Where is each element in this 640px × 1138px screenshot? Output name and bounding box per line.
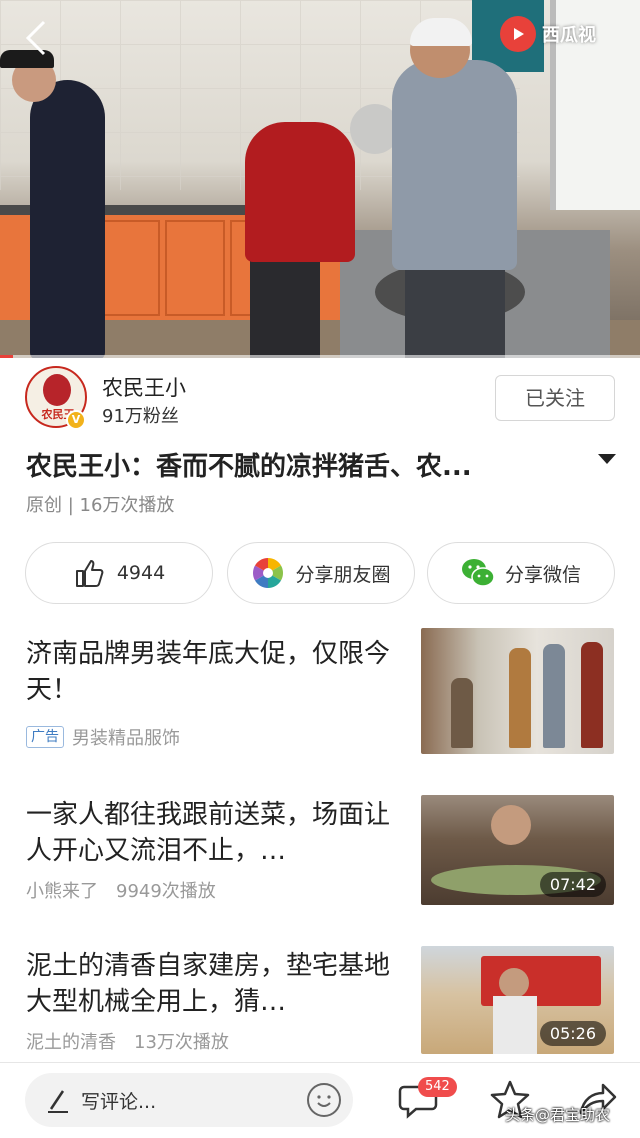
xigua-watermark: 西瓜视 xyxy=(500,16,596,52)
feed-item-plays: 9949次播放 xyxy=(116,881,216,902)
wechat-icon xyxy=(461,559,495,587)
back-button[interactable] xyxy=(20,18,54,58)
like-count: 4944 xyxy=(116,562,166,584)
feed-item-thumbnail: 07:42 xyxy=(421,795,614,905)
list-item[interactable]: 济南品牌男装年底大促，仅限今天！ 广告 男装精品服饰 xyxy=(0,628,640,756)
feed-item-meta: 广告 男装精品服饰 xyxy=(26,724,180,750)
like-button[interactable]: 4944 xyxy=(25,542,213,604)
person-middle xyxy=(245,122,355,262)
person-right xyxy=(392,60,517,270)
video-progress-fill xyxy=(0,355,13,358)
brand-watermark: 头条@君宝助农 xyxy=(505,1106,611,1124)
xigua-logo-icon xyxy=(500,16,536,52)
video-meta: 原创 | 16万次播放 xyxy=(26,495,175,516)
follow-button[interactable]: 已关注 xyxy=(495,375,615,421)
feed-item-source: 小熊来了 xyxy=(26,881,98,902)
smiley-face-icon xyxy=(317,1095,331,1107)
feed-item-plays: 13万次播放 xyxy=(134,1032,229,1053)
share-moments-button[interactable]: 分享朋友圈 xyxy=(227,542,415,604)
video-player[interactable]: 西瓜视 xyxy=(0,0,640,358)
pencil-icon xyxy=(48,1090,68,1113)
cabinet-door xyxy=(100,220,160,316)
feed-item-meta: 小熊来了 9949次播放 xyxy=(26,877,216,903)
person-left xyxy=(30,80,105,358)
feed-item-source: 男装精品服饰 xyxy=(72,728,180,749)
list-item[interactable]: 泥土的清香自家建房，垫宅基地大型机械全用上，猜… 泥土的清香 13万次播放 05… xyxy=(0,946,640,1058)
feed-item-thumbnail xyxy=(421,628,614,754)
thumbnail-figure xyxy=(581,642,603,748)
video-duration: 07:42 xyxy=(539,872,606,897)
list-item[interactable]: 一家人都往我跟前送菜，场面让人开心又流泪不止，… 小熊来了 9949次播放 07… xyxy=(0,795,640,921)
expand-title-icon[interactable] xyxy=(598,454,616,464)
thumbs-up-icon xyxy=(75,560,104,587)
feed-item-thumbnail: 05:26 xyxy=(421,946,614,1054)
feed-item-title: 济南品牌男装年底大促，仅限今天！ xyxy=(26,639,391,705)
ad-tag: 广告 xyxy=(26,726,64,748)
author-name[interactable]: 农民王小 xyxy=(102,372,186,402)
thumbnail-person xyxy=(493,996,537,1054)
person-middle-legs xyxy=(250,250,320,358)
thumbnail-figure xyxy=(543,644,565,748)
video-progress-bar[interactable] xyxy=(0,355,640,358)
wechat-label: 分享微信 xyxy=(504,563,581,586)
cabinet-door xyxy=(165,220,225,316)
feed-item-title: 一家人都往我跟前送菜，场面让人开心又流泪不止，… xyxy=(26,800,391,866)
comment-placeholder: 写评论... xyxy=(81,1090,157,1113)
feed-item-source: 泥土的清香 xyxy=(26,1032,116,1053)
author-row: 农民王 V 农民王小 91万粉丝 已关注 xyxy=(0,362,640,434)
thumbnail-figure xyxy=(451,678,473,748)
verified-badge-icon: V xyxy=(66,410,86,430)
thumbnail-figure xyxy=(509,648,531,748)
moments-label: 分享朋友圈 xyxy=(295,563,391,586)
avatar-portrait xyxy=(43,374,71,406)
feed-item-title: 泥土的清香自家建房，垫宅基地大型机械全用上，猜… xyxy=(26,951,391,1017)
video-duration: 05:26 xyxy=(539,1021,606,1046)
thumbnail-face xyxy=(491,805,531,845)
bottom-bar: 写评论... xyxy=(0,1063,640,1138)
comment-count-badge: 542 xyxy=(418,1077,457,1097)
person-right-legs xyxy=(405,262,505,358)
comment-input[interactable]: 写评论... xyxy=(25,1073,353,1127)
thumbnail-face xyxy=(499,968,529,998)
video-title: 农民王小：香而不腻的凉拌猪舌、农... xyxy=(26,452,472,482)
feed-item-meta: 泥土的清香 13万次播放 xyxy=(26,1028,229,1054)
watermark-text: 西瓜视 xyxy=(542,25,596,46)
emoji-icon[interactable] xyxy=(307,1083,341,1117)
chevron-left-icon xyxy=(25,20,46,56)
author-fans-count: 91万粉丝 xyxy=(102,406,179,427)
moments-aperture-icon xyxy=(253,558,284,588)
share-wechat-button[interactable]: 分享微信 xyxy=(427,542,615,604)
